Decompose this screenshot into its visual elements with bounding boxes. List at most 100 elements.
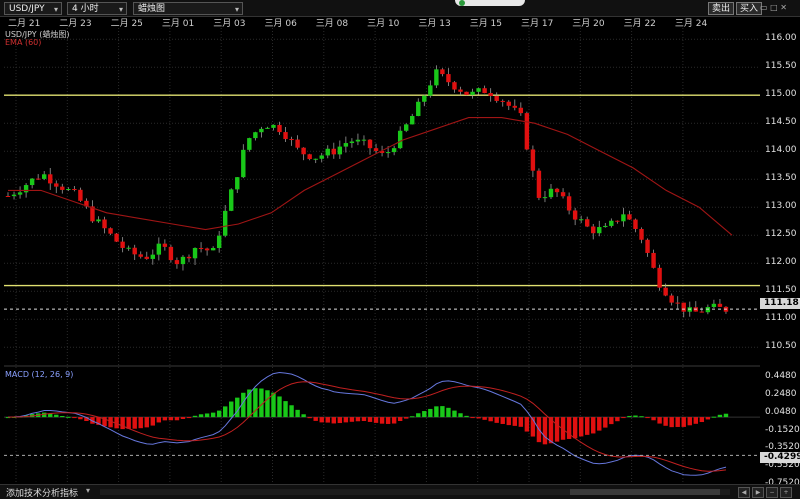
macd-histogram-bar [597,417,602,431]
macd-histogram-bar [289,405,294,418]
candle-body [434,69,439,86]
macd-histogram-bar [578,417,584,437]
add-indicator-button[interactable]: 添加技术分析指标 [6,486,78,499]
candle-body [229,189,234,211]
candlestick-chart[interactable] [4,28,760,484]
price-tick-label: 111.50 [765,285,797,296]
candle-body [247,138,252,150]
candle-body [494,95,499,101]
candle-body [404,124,409,131]
window-controls[interactable]: ▭ □ ✕ [760,3,787,12]
macd-histogram-bar [675,417,680,427]
candle-body [283,132,288,140]
candle-body [591,226,596,234]
candle-body [530,149,536,171]
candle-body [192,247,198,259]
candle-body [108,228,113,234]
macd-histogram-bar [585,417,590,435]
macd-histogram-bar [180,417,186,419]
zoom-in-icon[interactable]: + [780,487,792,498]
macd-histogram-bar [379,417,385,424]
macd-histogram-bar [603,417,608,428]
macd-histogram-bar [307,417,312,419]
candle-body [216,235,222,249]
chevron-down-icon: ▾ [118,5,123,14]
scrollbar-thumb[interactable] [570,489,720,495]
candle-body [597,227,602,234]
macd-histogram-bar [313,417,318,421]
chart-toolbar: USD/JPY ▾ 4 小时 ▾ 蜡烛图 ▾ 卖出 买入 ▭ □ ✕ [0,0,800,17]
candle-body [711,303,717,308]
macd-histogram-bar [192,415,198,418]
chevron-down-icon[interactable]: ▾ [86,486,90,495]
candle-body [609,220,614,226]
candle-body [144,256,149,259]
candle-body [180,256,186,265]
candle-body [524,113,530,150]
sell-button[interactable]: 卖出 [708,2,734,15]
candle-body [295,139,300,148]
chart-type-select[interactable]: 蜡烛图 ▾ [133,2,243,15]
candle-body [60,186,65,190]
price-tick-label: 114.50 [765,117,797,128]
candle-body [572,210,578,220]
macd-histogram-bar [265,390,270,418]
macd-histogram-bar [711,416,717,418]
candle-body [23,185,29,193]
candle-body [500,100,505,102]
candle-body [717,303,723,307]
candle-body [11,194,17,197]
price-tick-label: 115.00 [765,89,797,100]
macd-histogram-bar [621,417,626,419]
macd-histogram-bar [482,417,487,420]
macd-histogram-bar [410,416,415,418]
chart-scrollbar[interactable] [100,489,730,495]
candle-body [476,88,481,92]
scroll-right-icon[interactable]: ▶ [752,487,764,498]
price-tick-label: 113.00 [765,201,797,212]
macd-histogram-bar [669,417,674,428]
macd-histogram-bar [391,417,397,424]
timeframe-select[interactable]: 4 小时 ▾ [67,2,127,15]
candle-body [452,82,457,90]
candle-body [277,124,282,133]
macd-histogram-bar [168,417,174,421]
candle-body [560,192,566,197]
macd-histogram-bar [78,417,83,420]
candle-body [506,101,511,106]
close-icon[interactable]: ✕ [780,3,787,12]
macd-histogram-bar [385,417,391,424]
candle-body [627,214,632,220]
top-handle[interactable] [455,0,525,6]
macd-histogram-bar [301,414,306,418]
status-bar: 添加技术分析指标 ▾ ◀ ▶ − + [0,484,800,499]
minimize-icon[interactable]: ▭ [760,3,768,12]
price-tick-label: 110.50 [765,341,797,352]
macd-histogram-bar [458,413,463,418]
macd-histogram-bar [235,397,240,418]
candle-body [663,287,668,296]
scroll-left-icon[interactable]: ◀ [738,487,750,498]
symbol-select[interactable]: USD/JPY ▾ [4,2,62,15]
zoom-out-icon[interactable]: − [766,487,778,498]
candle-body [265,127,270,129]
status-dot-icon [459,0,465,6]
macd-tick-label: -0.1520 [765,424,800,435]
maximize-icon[interactable]: □ [770,3,778,12]
macd-histogram-bar [446,407,451,418]
candle-body [29,178,35,186]
macd-histogram-bar [404,417,409,419]
macd-histogram-bar [699,417,705,423]
macd-histogram-bar [723,413,729,418]
macd-histogram-bar [639,416,644,418]
macd-histogram-bar [572,417,578,439]
macd-histogram-bar [693,417,698,424]
macd-histogram-bar [681,417,686,427]
candle-body [138,254,143,257]
macd-value-badge: -0.4299 [760,452,800,463]
candle-body [391,148,397,153]
macd-histogram-bar [591,417,596,434]
candle-body [512,105,517,108]
buy-button[interactable]: 买入 [736,2,762,15]
macd-histogram-bar [156,417,162,423]
